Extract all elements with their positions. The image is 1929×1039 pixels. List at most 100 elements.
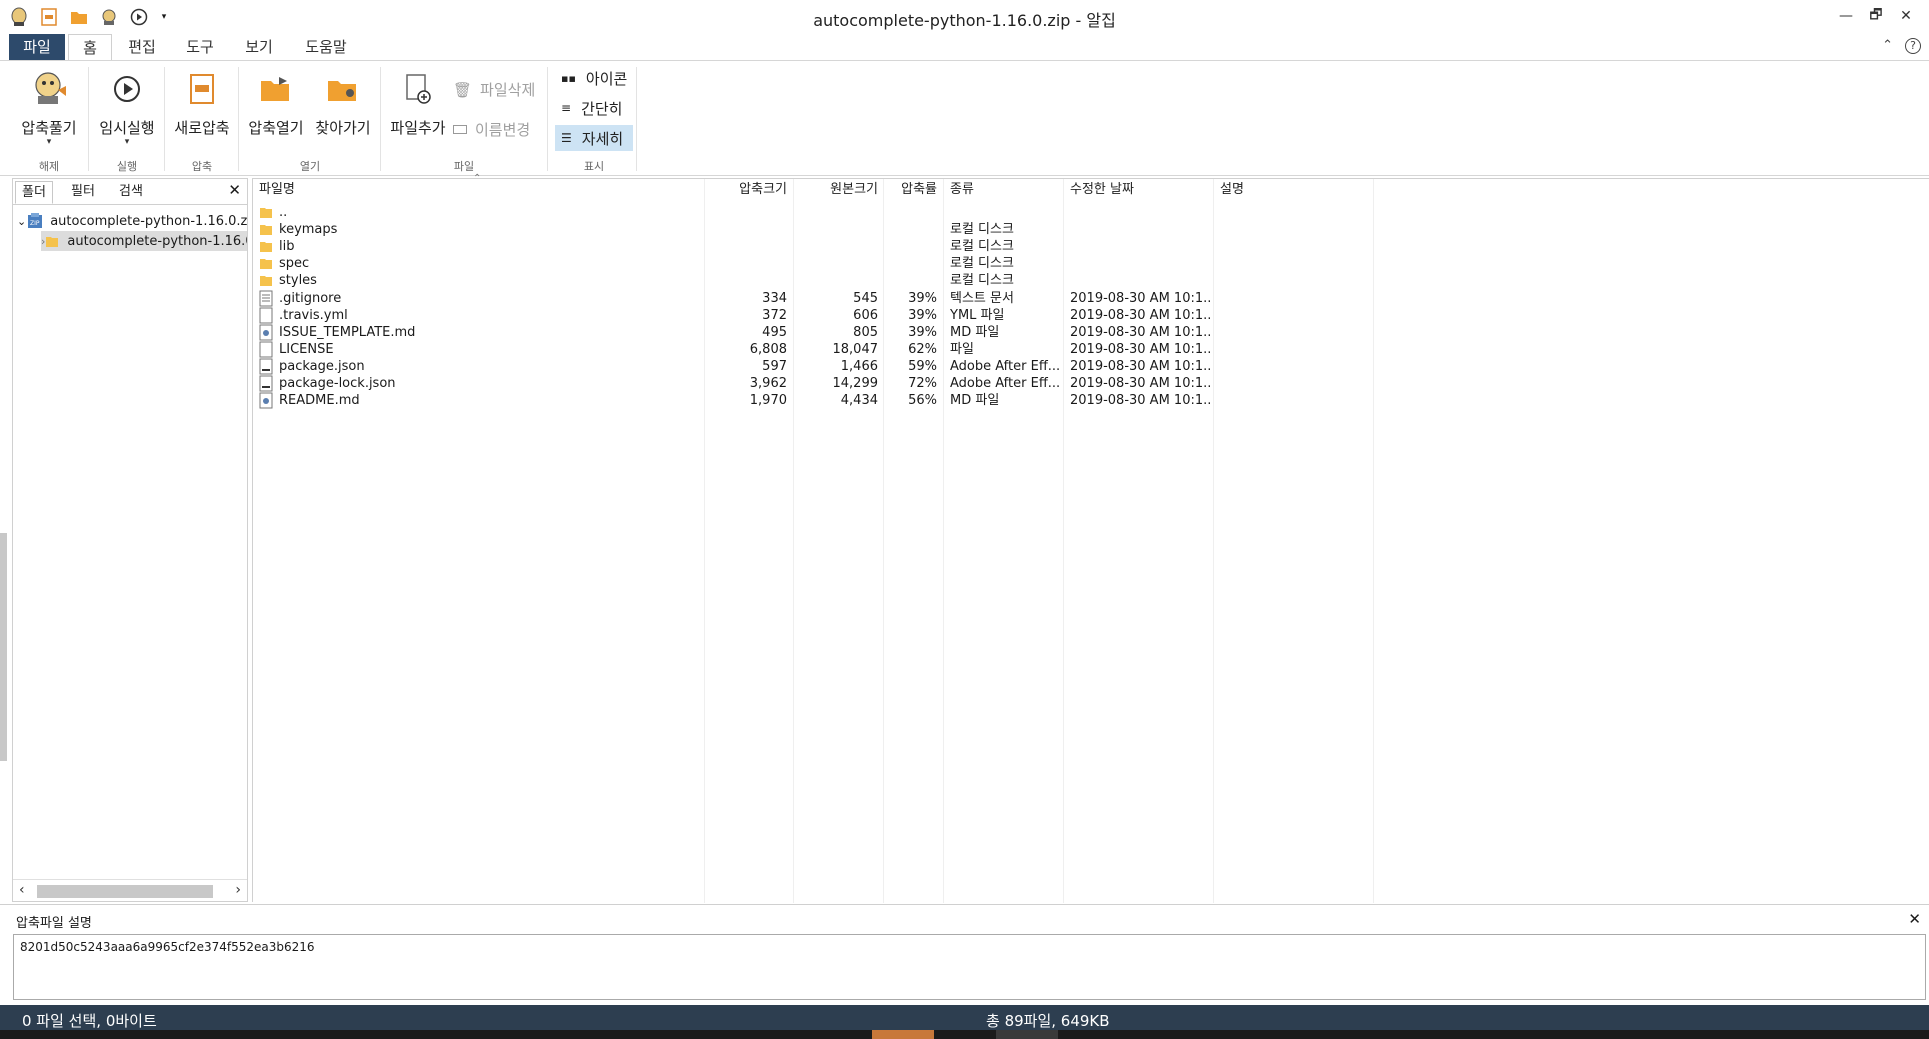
close-button[interactable]: ✕ bbox=[1891, 4, 1921, 28]
grid-icon: ▪▪ bbox=[561, 71, 576, 85]
tab-help[interactable]: 도움말 bbox=[298, 34, 354, 60]
taskbar-app[interactable] bbox=[872, 1030, 934, 1039]
ribbon: 압축풀기 ▾ 임시실행 ▾ 새로압축 압축열기 찾아가기 파일추가 🗑 파일삭제… bbox=[0, 60, 1929, 176]
extract-icon bbox=[27, 67, 71, 111]
tree-item-zip[interactable]: ⌄ ZIP autocomplete-python-1.16.0.zip bbox=[17, 211, 247, 231]
add-file-label: 파일추가 bbox=[390, 119, 446, 137]
file-list: 파일명 ⌃ 압축크기 원본크기 압축률 종류 수정한 날짜 설명 .. keyma… bbox=[252, 173, 1929, 903]
column-header-original[interactable]: 원본크기 bbox=[794, 179, 878, 201]
rename-button[interactable]: 이름변경 bbox=[453, 119, 530, 140]
close-panel-icon[interactable]: ✕ bbox=[228, 181, 241, 199]
help-icon[interactable]: ? bbox=[1905, 38, 1921, 54]
scrollbar-thumb[interactable] bbox=[37, 885, 213, 898]
open-zip-button[interactable]: 압축열기 bbox=[244, 67, 308, 138]
divider bbox=[636, 67, 637, 171]
open-zip-icon bbox=[254, 67, 298, 111]
view-icon-label: 아이콘 bbox=[585, 69, 628, 88]
add-file-icon bbox=[396, 67, 440, 111]
cell-name: README.md bbox=[279, 393, 360, 409]
svg-text:ZIP: ZIP bbox=[30, 220, 40, 227]
tree-item-label: autocomplete-python-1.16.0.zip bbox=[50, 213, 247, 229]
taskbar-strip bbox=[0, 1030, 1929, 1039]
column-header-type[interactable]: 종류 bbox=[950, 179, 1060, 201]
tab-search[interactable]: 검색 bbox=[113, 181, 149, 204]
close-comment-icon[interactable]: ✕ bbox=[1908, 910, 1921, 928]
group-label-extract: 해제 bbox=[38, 160, 60, 173]
new-zip-button[interactable]: 새로압축 bbox=[168, 67, 236, 138]
markdown-file-icon bbox=[259, 392, 273, 409]
extract-dropdown-icon[interactable]: ▾ bbox=[14, 138, 84, 147]
collapse-ribbon-icon[interactable]: ⌃ bbox=[1882, 38, 1893, 54]
view-simple-button[interactable]: ≡ 간단히 bbox=[555, 95, 633, 121]
column-header-ratio[interactable]: 압축률 bbox=[883, 179, 937, 201]
left-edge-scrollbar[interactable] bbox=[0, 533, 7, 761]
find-button[interactable]: 찾아가기 bbox=[310, 67, 376, 138]
folder-panel: 폴더 필터 검색 ✕ ⌄ ZIP autocomplete-python-1.1… bbox=[12, 178, 248, 902]
divider bbox=[88, 67, 89, 171]
minimize-button[interactable]: — bbox=[1831, 4, 1861, 28]
divider bbox=[380, 67, 381, 171]
find-folder-icon bbox=[321, 67, 365, 111]
tab-view[interactable]: 보기 bbox=[237, 34, 281, 60]
sort-ascending-icon: ⌃ bbox=[473, 173, 482, 184]
tab-filter[interactable]: 필터 bbox=[65, 181, 101, 204]
run-dropdown-icon[interactable]: ▾ bbox=[92, 138, 162, 147]
tree-item-folder[interactable]: › autocomplete-python-1.16.0 bbox=[41, 231, 247, 251]
scroll-right-icon[interactable]: › bbox=[235, 882, 241, 898]
tab-tools[interactable]: 도구 bbox=[178, 34, 222, 60]
total-status: 총 89파일, 649KB bbox=[986, 1012, 1110, 1030]
group-label-view: 표시 bbox=[583, 160, 605, 173]
taskbar-app[interactable] bbox=[996, 1030, 1058, 1039]
title-bar: ▾ autocomplete-python-1.16.0.zip - 알집 — … bbox=[0, 0, 1929, 34]
find-label: 찾아가기 bbox=[315, 119, 371, 137]
run-icon bbox=[105, 67, 149, 111]
table-row[interactable]: README.md 1,970 4,434 56% MD 파일 2019-08-30 AM… bbox=[253, 390, 1377, 411]
window-title: autocomplete-python-1.16.0.zip - 알집 bbox=[813, 11, 1116, 30]
cell-modified: 2019-08-30 AM 10:1... bbox=[1070, 393, 1210, 409]
comment-textbox[interactable]: 8201d50c5243aaa6a9965cf2e374f552ea3b6216 bbox=[13, 934, 1926, 1000]
selection-status: 0 파일 선택, 0바이트 bbox=[22, 1012, 157, 1030]
tab-home[interactable]: 홈 bbox=[68, 34, 112, 60]
view-detail-button[interactable]: ☰ 자세히 bbox=[555, 125, 633, 151]
ribbon-tabs: 파일 홈 편집 도구 보기 도움말 ⌃ ? bbox=[0, 34, 1929, 60]
folder-panel-tabs: 폴더 필터 검색 ✕ bbox=[13, 179, 247, 205]
detail-list-icon: ☰ bbox=[561, 131, 572, 145]
group-label-zip: 압축 bbox=[191, 160, 213, 173]
tab-folder[interactable]: 폴더 bbox=[15, 181, 53, 204]
comment-header: 압축파일 설명 ✕ bbox=[0, 904, 1929, 934]
view-icon-button[interactable]: ▪▪ 아이콘 bbox=[555, 65, 633, 91]
run-label: 임시실행 bbox=[99, 119, 155, 137]
new-zip-icon bbox=[180, 67, 224, 111]
zip-file-icon: ZIP bbox=[26, 212, 44, 230]
view-simple-label: 간단히 bbox=[581, 99, 623, 118]
run-button[interactable]: 임시실행 ▾ bbox=[92, 67, 162, 147]
comment-title: 압축파일 설명 bbox=[16, 916, 92, 931]
column-header-name[interactable]: 파일명 bbox=[259, 179, 619, 201]
trash-icon: 🗑 bbox=[453, 80, 473, 99]
divider bbox=[238, 67, 239, 171]
column-header-compressed[interactable]: 압축크기 bbox=[705, 179, 787, 201]
tab-edit[interactable]: 편집 bbox=[120, 34, 164, 60]
new-zip-label: 새로압축 bbox=[174, 119, 230, 137]
cell-original: 4,434 bbox=[840, 393, 878, 409]
column-header-description[interactable]: 설명 bbox=[1220, 179, 1370, 201]
rename-icon bbox=[453, 125, 467, 134]
delete-file-button[interactable]: 🗑 파일삭제 bbox=[453, 79, 535, 100]
horizontal-scrollbar[interactable]: ‹ › bbox=[13, 879, 247, 901]
add-file-button[interactable]: 파일추가 bbox=[386, 67, 450, 138]
open-zip-label: 압축열기 bbox=[248, 119, 304, 137]
divider bbox=[547, 67, 548, 171]
tab-file[interactable]: 파일 bbox=[9, 34, 65, 60]
extract-button[interactable]: 압축풀기 ▾ bbox=[14, 67, 84, 147]
group-label-file: 파일 bbox=[453, 160, 475, 173]
column-header-modified[interactable]: 수정한 날짜 bbox=[1070, 179, 1210, 201]
chevron-down-icon[interactable]: ⌄ bbox=[17, 215, 26, 228]
scroll-left-icon[interactable]: ‹ bbox=[19, 882, 25, 898]
restore-button[interactable]: 🗗 bbox=[1861, 4, 1891, 28]
cell-type: MD 파일 bbox=[950, 393, 1000, 409]
tree-item-label: autocomplete-python-1.16.0 bbox=[67, 233, 247, 249]
view-detail-label: 자세히 bbox=[581, 129, 624, 148]
divider bbox=[164, 67, 165, 171]
group-label-open: 열기 bbox=[299, 160, 321, 173]
group-label-run: 실행 bbox=[116, 160, 138, 173]
